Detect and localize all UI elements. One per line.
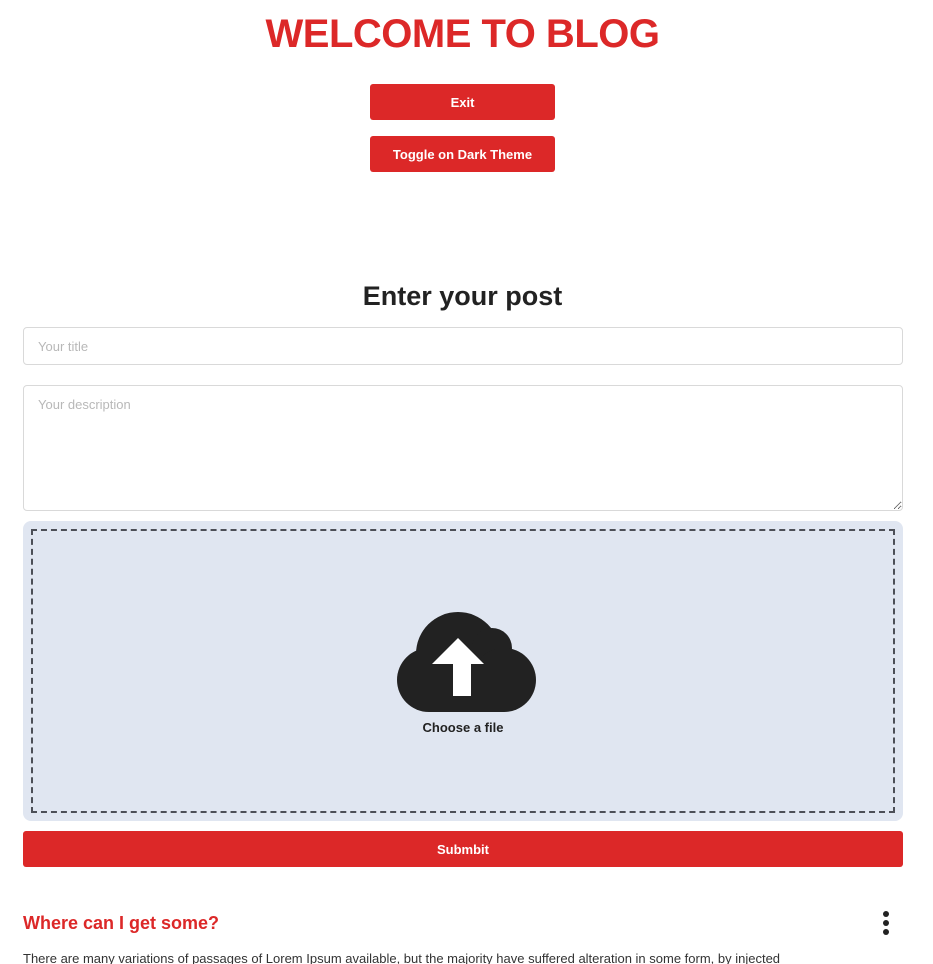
- dark-theme-toggle-button[interactable]: Toggle on Dark Theme: [370, 136, 555, 172]
- file-upload-dashed-border: Choose a file: [31, 529, 895, 813]
- post-title-input[interactable]: [23, 327, 903, 365]
- kebab-dot: [883, 920, 889, 926]
- post-body: There are many variations of passages of…: [23, 951, 781, 964]
- more-options-icon[interactable]: [876, 910, 896, 936]
- site-title: WELCOME TO BLOG: [265, 12, 660, 56]
- post-description-input[interactable]: [23, 385, 903, 511]
- page: WELCOME TO BLOG Exit Toggle on Dark Them…: [0, 0, 933, 964]
- file-upload-dropzone[interactable]: Choose a file: [23, 521, 903, 821]
- kebab-dot: [883, 911, 889, 917]
- exit-button[interactable]: Exit: [370, 84, 555, 120]
- submit-button[interactable]: Submbit: [23, 831, 903, 867]
- post-title[interactable]: Where can I get some?: [23, 911, 219, 935]
- choose-file-label: Choose a file: [422, 720, 504, 735]
- kebab-dot: [883, 929, 889, 935]
- post-form-heading: Enter your post: [362, 281, 563, 311]
- cloud-upload-icon: [397, 612, 536, 712]
